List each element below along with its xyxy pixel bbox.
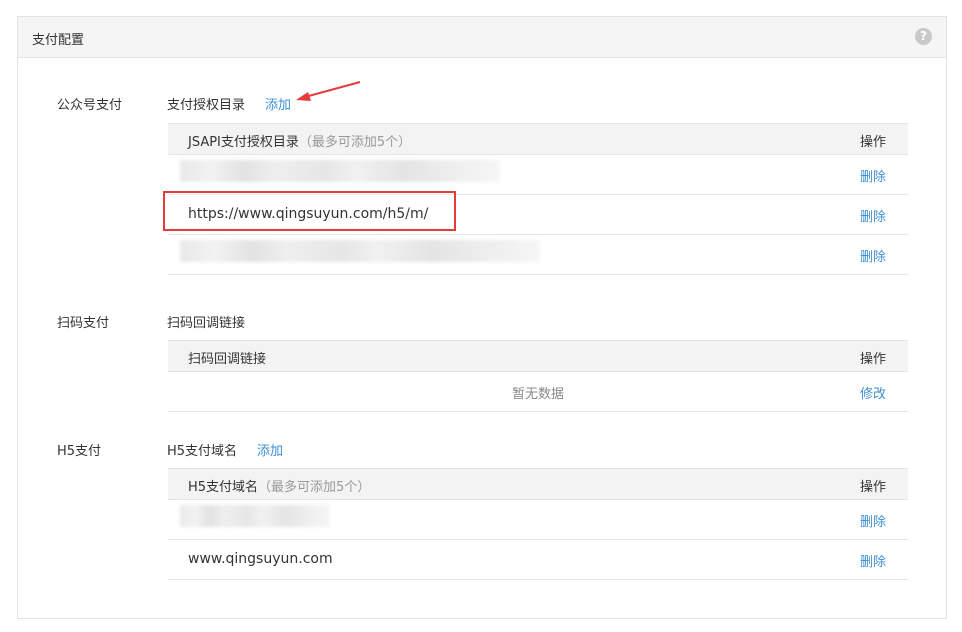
delete-link[interactable]: 删除 [860, 511, 886, 530]
delete-link[interactable]: 删除 [860, 246, 886, 265]
jsapi-table-header: JSAPI支付授权目录（最多可添加5个） 操作 [168, 123, 908, 155]
table-row: 暂无数据 修改 [168, 372, 908, 412]
table-row: 删除 [168, 500, 908, 540]
delete-link[interactable]: 删除 [860, 166, 886, 185]
delete-link[interactable]: 删除 [860, 551, 886, 570]
blurred-value [180, 505, 330, 527]
jsapi-add-link[interactable]: 添加 [265, 94, 291, 113]
section-label-scan: 扫码支付 [57, 316, 110, 331]
empty-state-text: 暂无数据 [511, 387, 564, 402]
h5-domain-value: www.qingsuyun.com [188, 551, 333, 567]
h5-add-link[interactable]: 添加 [257, 440, 283, 459]
jsapi-sub-label: 支付授权目录 [167, 98, 246, 113]
delete-link[interactable]: 删除 [860, 206, 886, 225]
highlight-box [163, 191, 456, 231]
scan-op-header: 操作 [859, 352, 886, 367]
table-row: www.qingsuyun.com 删除 [168, 540, 908, 580]
blurred-value [180, 160, 500, 182]
question-circle-icon[interactable]: ? [915, 28, 932, 45]
section-label-h5: H5支付 [57, 444, 102, 459]
panel-header: 支付配置 ? [18, 17, 946, 58]
panel-title: 支付配置 [32, 33, 85, 48]
section-label-jsapi: 公众号支付 [57, 98, 123, 113]
blurred-value [180, 240, 540, 262]
scan-col-header: 扫码回调链接 [188, 352, 267, 367]
h5-sub-label: H5支付域名 [167, 444, 238, 459]
edit-link[interactable]: 修改 [860, 383, 886, 402]
scan-table-header: 扫码回调链接 操作 [168, 340, 908, 372]
h5-col-header: H5支付域名（最多可添加5个） [188, 480, 371, 495]
table-row: 删除 [168, 155, 908, 195]
h5-table-header: H5支付域名（最多可添加5个） 操作 [168, 468, 908, 500]
h5-table: H5支付域名（最多可添加5个） 操作 删除 www.qingsuyun.com … [168, 468, 908, 580]
h5-op-header: 操作 [859, 480, 886, 495]
table-row: 删除 [168, 235, 908, 275]
scan-table: 扫码回调链接 操作 暂无数据 修改 [168, 340, 908, 412]
scan-sub-label: 扫码回调链接 [167, 316, 246, 331]
jsapi-op-header: 操作 [859, 135, 886, 150]
h5-col-hint: （最多可添加5个） [258, 480, 371, 495]
jsapi-col-hint: （最多可添加5个） [298, 135, 412, 150]
jsapi-col-header: JSAPI支付授权目录（最多可添加5个） [188, 135, 412, 150]
